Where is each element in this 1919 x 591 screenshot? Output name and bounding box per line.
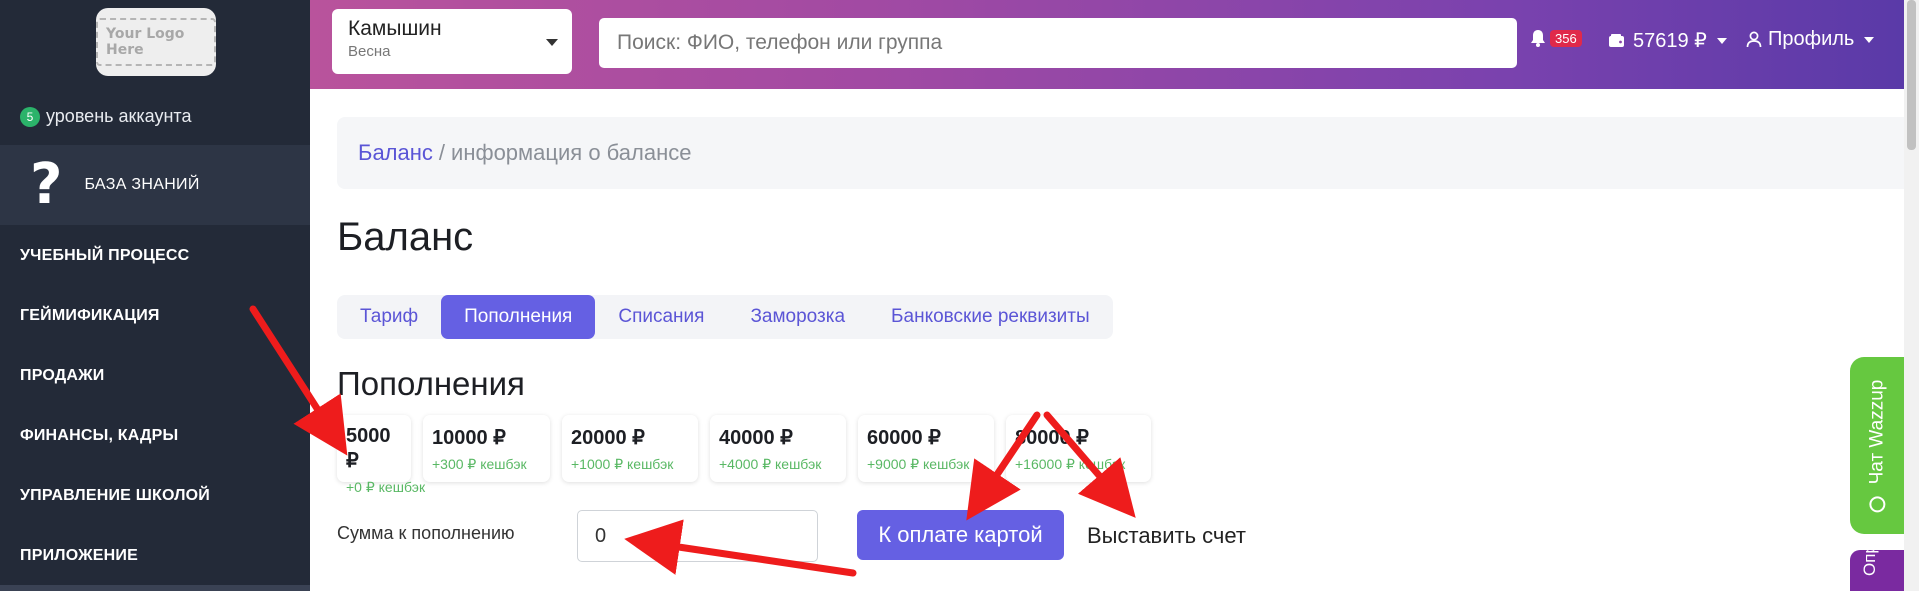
sidebar-item-sales[interactable]: ПРОДАЖИ: [20, 367, 105, 385]
card-amount: 40000 ₽: [719, 427, 793, 449]
sidebar-item-school-management[interactable]: УПРАВЛЕНИЕ ШКОЛОЙ: [20, 487, 210, 505]
survey-widget[interactable]: Опрос: [1850, 550, 1904, 591]
chat-widget[interactable]: Чат Wazzup: [1850, 357, 1904, 534]
sidebar-item-learning[interactable]: УЧЕБНЫЙ ПРОЦЕСС: [20, 247, 189, 265]
card-amount: 80000 ₽: [1015, 427, 1089, 449]
topup-cards: 5000 ₽ +0 ₽ кешбэк 10000 ₽ +300 ₽ кешбэк…: [337, 415, 1163, 495]
breadcrumb-link-balance[interactable]: Баланс: [358, 140, 433, 166]
account-level[interactable]: 5 уровень аккаунта: [20, 106, 191, 127]
topup-card[interactable]: 5000 ₽ +0 ₽ кешбэк: [337, 415, 425, 495]
scrollbar-thumb[interactable]: [1907, 0, 1916, 150]
notifications-button[interactable]: 356: [1528, 28, 1582, 48]
card-cashback: +300 ₽ кешбэк: [432, 456, 527, 472]
amount-input[interactable]: [577, 510, 818, 562]
topup-card[interactable]: 10000 ₽ +300 ₽ кешбэк: [423, 415, 550, 482]
section-title: Пополнения: [337, 365, 525, 402]
sidebar: Your Logo Here 5 уровень аккаунта ? БАЗА…: [0, 0, 310, 591]
wallet-menu[interactable]: 57619 ₽: [1608, 28, 1727, 53]
account-level-label: уровень аккаунта: [46, 106, 192, 126]
breadcrumb-separator: /: [438, 140, 446, 165]
level-badge: 5: [20, 106, 40, 127]
breadcrumb: Баланс / информация о балансе: [337, 117, 1904, 189]
city-name: Камышин: [348, 17, 442, 40]
search-input[interactable]: [599, 18, 1517, 68]
sidebar-item-app[interactable]: ПРИЛОЖЕНИЕ: [20, 547, 138, 565]
card-amount: 5000 ₽: [346, 425, 391, 472]
card-amount: 10000 ₽: [432, 427, 506, 449]
chat-icon: [1869, 495, 1886, 512]
chat-widget-inner: Чат Wazzup: [1866, 379, 1888, 512]
wallet-icon: [1609, 33, 1624, 47]
notifications-badge: 356: [1550, 29, 1582, 47]
chevron-down-icon: [546, 39, 558, 46]
card-cashback: +4000 ₽ кешбэк: [719, 456, 822, 472]
card-amount: 60000 ₽: [867, 427, 941, 449]
wallet-amount: 57619 ₽: [1633, 30, 1707, 52]
chat-widget-label: Чат Wazzup: [1866, 379, 1888, 484]
card-cashback: +9000 ₽ кешбэк: [867, 456, 970, 472]
bell-icon: [1531, 30, 1545, 47]
topup-card[interactable]: 60000 ₽ +9000 ₽ кешбэк: [858, 415, 994, 482]
page-title: Баланс: [337, 215, 474, 259]
city-subtitle: Весна: [348, 43, 391, 60]
tab-writeoffs[interactable]: Списания: [595, 295, 727, 339]
sidebar-item-finance[interactable]: ФИНАНСЫ, КАДРЫ: [20, 427, 178, 445]
top-header: Камышин Весна 356 57619 ₽ Профиль: [310, 0, 1904, 89]
card-cashback: +16000 ₽ кешбэк: [1015, 456, 1126, 472]
survey-widget-label: Опрос: [1860, 550, 1879, 576]
topup-card[interactable]: 20000 ₽ +1000 ₽ кешбэк: [562, 415, 698, 482]
card-amount: 20000 ₽: [571, 427, 645, 449]
breadcrumb-current: информация о балансе: [451, 140, 692, 165]
city-selector[interactable]: Камышин Весна: [332, 9, 572, 74]
card-cashback: +0 ₽ кешбэк: [346, 479, 426, 495]
logo-text: Your Logo Here: [96, 18, 216, 66]
chevron-down-icon: [1864, 36, 1875, 43]
topup-card[interactable]: 80000 ₽ +16000 ₽ кешбэк: [1006, 415, 1151, 482]
amount-label: Сумма к пополнению: [337, 523, 515, 543]
card-cashback: +1000 ₽ кешбэк: [571, 456, 674, 472]
user-icon: [1746, 31, 1762, 48]
profile-menu[interactable]: Профиль: [1746, 28, 1875, 51]
profile-label: Профиль: [1768, 28, 1855, 50]
logo[interactable]: Your Logo Here: [96, 8, 216, 76]
chevron-down-icon: [1716, 37, 1727, 44]
topup-card[interactable]: 40000 ₽ +4000 ₽ кешбэк: [710, 415, 846, 482]
tab-tariff[interactable]: Тариф: [337, 295, 441, 339]
knowledge-base-label: БАЗА ЗНАНИЙ: [84, 176, 200, 193]
sidebar-scroll-edge: [0, 585, 310, 591]
tab-topups[interactable]: Пополнения: [441, 295, 596, 339]
pay-by-card-button[interactable]: К оплате картой: [857, 510, 1064, 560]
issue-invoice-link[interactable]: Выставить счет: [1087, 523, 1246, 549]
page-scrollbar[interactable]: [1904, 0, 1919, 591]
tab-bank-details[interactable]: Банковские реквизиты: [868, 295, 1113, 339]
balance-tabs: Тариф Пополнения Списания Заморозка Банк…: [337, 295, 1113, 339]
tab-freeze[interactable]: Заморозка: [727, 295, 868, 339]
sidebar-item-knowledge-base[interactable]: ? БАЗА ЗНАНИЙ: [0, 145, 310, 225]
question-icon: ?: [30, 152, 63, 217]
sidebar-item-gamification[interactable]: ГЕЙМИФИКАЦИЯ: [20, 307, 160, 325]
